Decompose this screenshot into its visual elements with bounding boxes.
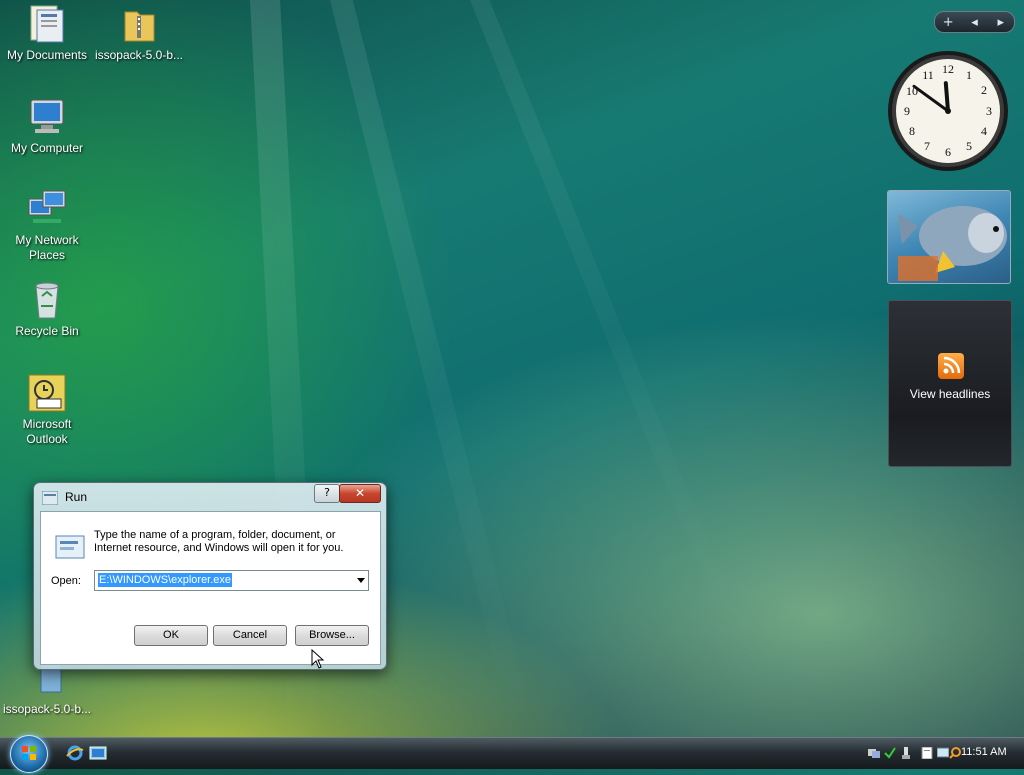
outlook-icon xyxy=(27,373,67,413)
desktop-icon-issopack-zip[interactable]: issopack-5.0-b... xyxy=(93,4,185,63)
desktop-icon-label: My Documents xyxy=(6,48,88,62)
rss-icon xyxy=(938,353,964,379)
security-check-icon[interactable] xyxy=(884,747,896,759)
desktop-icon-label: My Network Places xyxy=(15,233,79,262)
help-button[interactable]: ? xyxy=(314,484,340,503)
show-desktop-icon[interactable] xyxy=(89,745,107,761)
system-tray: 11:51 AM xyxy=(864,740,1024,767)
taskbar: 11:51 AM xyxy=(0,735,1024,773)
search-icon[interactable] xyxy=(949,747,961,759)
open-input-value[interactable]: E:\WINDOWS\explorer.exe xyxy=(98,573,233,587)
zip-folder-icon xyxy=(119,4,159,44)
desktop-icon-recycle-bin[interactable]: Recycle Bin xyxy=(1,280,93,339)
computer-icon xyxy=(27,97,67,137)
run-icon xyxy=(54,534,86,560)
svg-text:5: 5 xyxy=(966,139,972,153)
browse-button[interactable]: Browse... xyxy=(295,625,369,646)
desktop-icon-label: My Computer xyxy=(10,141,84,155)
desktop-icon-outlook[interactable]: Microsoft Outlook xyxy=(1,373,93,447)
windows-logo-icon xyxy=(22,746,36,760)
clock-time[interactable]: 11:51 AM xyxy=(961,746,1007,758)
open-combobox[interactable]: E:\WINDOWS\explorer.exe xyxy=(94,570,369,591)
svg-text:6: 6 xyxy=(945,145,951,159)
internet-explorer-icon[interactable] xyxy=(66,745,84,761)
run-dialog: Run ? ✕ Type the name of a program, fold… xyxy=(33,482,387,670)
network-status-icon[interactable] xyxy=(868,747,880,759)
ok-button[interactable]: OK xyxy=(134,625,208,646)
svg-text:11: 11 xyxy=(922,68,934,82)
chevron-down-icon[interactable] xyxy=(357,578,365,583)
view-headlines-label[interactable]: View headlines xyxy=(889,387,1011,401)
fish-image xyxy=(898,206,1007,281)
svg-text:8: 8 xyxy=(909,124,915,138)
recycle-bin-icon xyxy=(27,280,67,320)
run-app-icon xyxy=(41,490,59,506)
feed-headlines-gadget[interactable]: View headlines xyxy=(888,300,1012,467)
svg-text:3: 3 xyxy=(986,104,992,118)
dialog-body: Type the name of a program, folder, docu… xyxy=(40,511,381,665)
desktop-icon-label: issopack-5.0-b... xyxy=(94,48,184,62)
close-button[interactable]: ✕ xyxy=(339,484,381,503)
desktop-icon-my-computer[interactable]: My Computer xyxy=(1,97,93,156)
svg-text:2: 2 xyxy=(981,83,987,97)
dialog-description: Type the name of a program, folder, docu… xyxy=(94,529,344,554)
desktop-icon-my-documents[interactable]: My Documents xyxy=(1,4,93,63)
next-gadgets-button[interactable]: ▸ xyxy=(988,15,1014,30)
mouse-cursor-icon xyxy=(311,649,325,669)
slideshow-gadget[interactable] xyxy=(887,190,1011,284)
clock-hour-hand xyxy=(943,81,950,113)
display-icon[interactable] xyxy=(936,747,950,759)
previous-gadgets-button[interactable]: ◂ xyxy=(961,15,987,30)
desktop-icon-label: Microsoft Outlook xyxy=(22,417,72,446)
desktop-icon-label: Recycle Bin xyxy=(15,324,79,338)
documents-folder-icon xyxy=(27,4,67,44)
svg-text:7: 7 xyxy=(924,139,930,153)
svg-text:12: 12 xyxy=(942,62,954,76)
svg-text:1: 1 xyxy=(966,68,972,82)
safely-remove-icon[interactable] xyxy=(900,747,912,759)
desktop-icon-label: issopack-5.0-b... xyxy=(2,702,92,716)
desktop-icon-network-places[interactable]: My Network Places xyxy=(1,189,93,263)
start-button[interactable] xyxy=(10,735,48,773)
dialog-title: Run xyxy=(65,490,88,504)
svg-text:4: 4 xyxy=(981,124,987,138)
network-icon xyxy=(27,189,67,229)
notepad-icon[interactable] xyxy=(921,746,933,760)
add-gadget-button[interactable]: + xyxy=(935,15,961,30)
svg-text:9: 9 xyxy=(904,104,910,118)
cancel-button[interactable]: Cancel xyxy=(213,625,287,646)
clock-gadget[interactable]: 12 1234567891011 xyxy=(886,49,1010,173)
sidebar-controls: + ◂ ▸ xyxy=(934,11,1015,33)
open-label: Open: xyxy=(51,575,81,587)
